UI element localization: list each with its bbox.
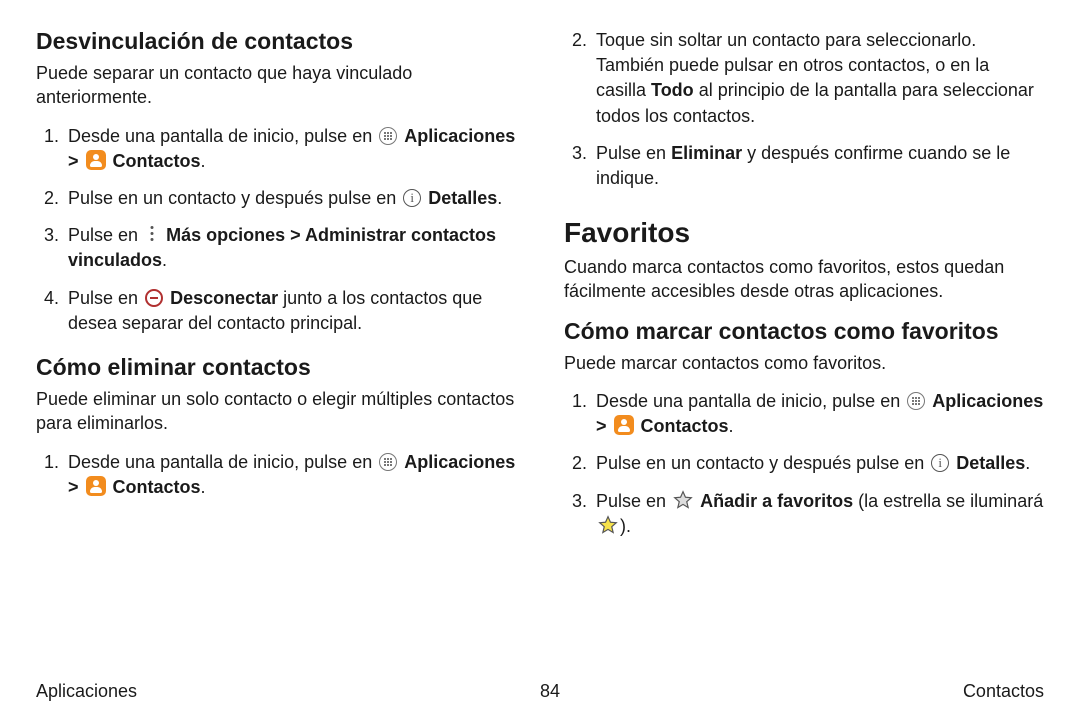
text: (la estrella se iluminará — [858, 491, 1043, 511]
info-icon — [931, 454, 949, 472]
heading-delete: Cómo eliminar contactos — [36, 354, 516, 381]
dot: . — [729, 416, 734, 436]
para-delete: Puede eliminar un solo contacto o elegir… — [36, 387, 516, 436]
contacts-icon — [614, 415, 634, 435]
disconnect-icon — [145, 289, 163, 307]
page-body: Desvinculación de contactos Puede separa… — [0, 0, 1080, 670]
step-1: Desde una pantalla de inicio, pulse en A… — [592, 389, 1044, 439]
text: Pulse en — [68, 288, 143, 308]
steps-delete: Desde una pantalla de inicio, pulse en A… — [36, 450, 516, 500]
step-4: Pulse en Desconectar junto a los contact… — [64, 286, 516, 336]
contacts-label: Contactos — [113, 151, 201, 171]
page-footer: Aplicaciones 84 Contactos — [0, 681, 1080, 702]
disconnect-label: Desconectar — [170, 288, 278, 308]
steps-delete-cont: Toque sin soltar un contacto para selecc… — [564, 28, 1044, 191]
more-label: Más opciones — [166, 225, 285, 245]
footer-right: Contactos — [963, 681, 1044, 702]
addfav-label: Añadir a favoritos — [700, 491, 853, 511]
todo-label: Todo — [651, 80, 694, 100]
step-2: Pulse en un contacto y después pulse en … — [592, 451, 1044, 476]
text: Desde una pantalla de inicio, pulse en — [596, 391, 905, 411]
step-2: Pulse en un contacto y después pulse en … — [64, 186, 516, 211]
footer-page-number: 84 — [540, 681, 560, 702]
dot: . — [201, 151, 206, 171]
step-1: Desde una pantalla de inicio, pulse en A… — [64, 124, 516, 174]
star-filled-icon — [598, 515, 618, 535]
eliminar-label: Eliminar — [671, 143, 742, 163]
dot: . — [1025, 453, 1030, 473]
apps-label: Aplicaciones — [932, 391, 1043, 411]
apps-icon — [379, 127, 397, 145]
contacts-icon — [86, 476, 106, 496]
heading-favorites: Favoritos — [564, 217, 1044, 249]
apps-label: Aplicaciones — [404, 452, 515, 472]
apps-icon — [907, 392, 925, 410]
heading-unlink: Desvinculación de contactos — [36, 28, 516, 55]
heading-mark-fav: Cómo marcar contactos como favoritos — [564, 318, 1044, 345]
dot: . — [162, 250, 167, 270]
apps-icon — [379, 453, 397, 471]
steps-mark-fav: Desde una pantalla de inicio, pulse en A… — [564, 389, 1044, 539]
dot: . — [201, 477, 206, 497]
text: Pulse en un contacto y después pulse en — [596, 453, 929, 473]
apps-label: Aplicaciones — [404, 126, 515, 146]
para-unlink: Puede separar un contacto que haya vincu… — [36, 61, 516, 110]
text: ). — [620, 516, 631, 536]
step-3: Pulse en Añadir a favoritos (la estrella… — [592, 489, 1044, 539]
contacts-label: Contactos — [113, 477, 201, 497]
footer-left: Aplicaciones — [36, 681, 137, 702]
text: Desde una pantalla de inicio, pulse en — [68, 452, 377, 472]
info-icon — [403, 189, 421, 207]
text: Pulse en un contacto y después pulse en — [68, 188, 401, 208]
step-1: Desde una pantalla de inicio, pulse en A… — [64, 450, 516, 500]
separator: > — [596, 416, 612, 436]
step-3: Pulse en Más opciones > Administrar cont… — [64, 223, 516, 273]
contacts-label: Contactos — [641, 416, 729, 436]
steps-unlink: Desde una pantalla de inicio, pulse en A… — [36, 124, 516, 336]
contacts-icon — [86, 150, 106, 170]
para-favorites: Cuando marca contactos como favoritos, e… — [564, 255, 1044, 304]
dot: . — [497, 188, 502, 208]
details-label: Detalles — [956, 453, 1025, 473]
step-3: Pulse en Eliminar y después confirme cua… — [592, 141, 1044, 191]
text: Pulse en — [596, 491, 671, 511]
para-mark-fav: Puede marcar contactos como favoritos. — [564, 351, 1044, 375]
right-column: Toque sin soltar un contacto para selecc… — [564, 28, 1044, 670]
text: Pulse en — [68, 225, 143, 245]
separator: > — [285, 225, 305, 245]
text: Desde una pantalla de inicio, pulse en — [68, 126, 377, 146]
separator: > — [68, 477, 84, 497]
left-column: Desvinculación de contactos Puede separa… — [36, 28, 516, 670]
text: Pulse en — [596, 143, 671, 163]
more-icon — [145, 226, 159, 244]
details-label: Detalles — [428, 188, 497, 208]
star-outline-icon — [673, 490, 693, 510]
separator: > — [68, 151, 84, 171]
step-2: Toque sin soltar un contacto para selecc… — [592, 28, 1044, 129]
